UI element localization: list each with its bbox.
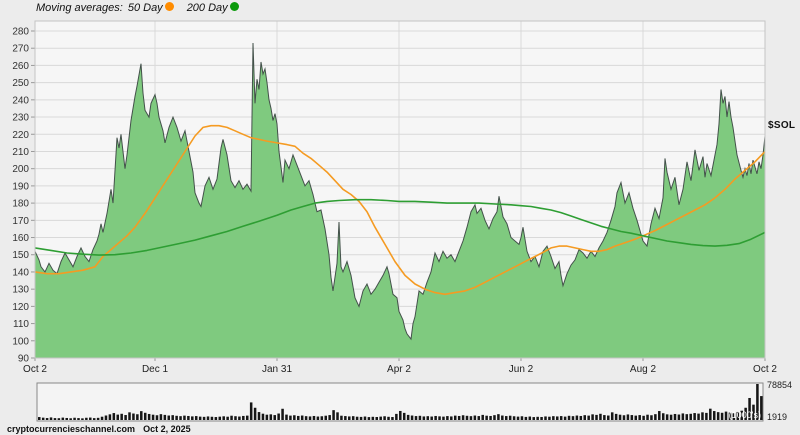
price-volume-chart-canvas: 90 100 110 120 130 140 150 160 170 180 190 200 210 22… (12, 20, 777, 422)
svg-text:270: 270 (12, 44, 29, 55)
ma-legend-title: Moving averages: (36, 2, 123, 14)
svg-text:Dec 1: Dec 1 (142, 364, 169, 375)
svg-text:100: 100 (12, 336, 29, 347)
svg-text:140: 140 (12, 267, 29, 278)
volume-unit-label: (1000's) (728, 410, 761, 420)
svg-text:Apr 2: Apr 2 (387, 364, 411, 375)
sol-price-chart-page: 90 100 110 120 130 140 150 160 170 180 190 200 210 22… (0, 0, 800, 435)
svg-text:210: 210 (12, 147, 29, 158)
ma200-legend-item: 200 Day (187, 2, 247, 14)
chart-footer: cryptocurrencieschannel.com Oct 2, 2025 (7, 424, 191, 434)
svg-text:130: 130 (12, 285, 29, 296)
svg-text:180: 180 (12, 199, 29, 210)
ma200-dot-icon (229, 2, 239, 11)
chart-date-label: Oct 2, 2025 (143, 424, 191, 434)
svg-text:170: 170 (12, 216, 29, 227)
svg-text:190: 190 (12, 181, 29, 192)
ma50-legend-label: 50 Day (127, 2, 163, 14)
svg-text:280: 280 (12, 27, 29, 38)
svg-text:230: 230 (12, 113, 29, 124)
svg-text:240: 240 (12, 95, 29, 106)
svg-text:160: 160 (12, 233, 29, 244)
ma-legend: Moving averages: 50 Day 200 Day (36, 2, 247, 14)
ma200-legend-label: 200 Day (186, 2, 228, 14)
source-site-label: cryptocurrencieschannel.com (7, 424, 136, 434)
svg-text:Jun 2: Jun 2 (509, 364, 534, 375)
symbol-label: $SOL (768, 120, 796, 131)
volume-min-label: 1919 (767, 412, 788, 422)
svg-text:Jan 31: Jan 31 (262, 364, 292, 375)
svg-text:220: 220 (12, 130, 29, 141)
svg-text:200: 200 (12, 164, 29, 175)
svg-text:150: 150 (12, 250, 29, 261)
svg-text:Aug 2: Aug 2 (630, 364, 657, 375)
svg-text:90: 90 (18, 354, 30, 365)
ma50-legend-item: 50 Day (128, 2, 182, 14)
ma50-dot-icon (164, 2, 174, 11)
svg-text:250: 250 (12, 78, 29, 89)
svg-text:110: 110 (13, 319, 29, 330)
svg-text:Oct 2: Oct 2 (23, 364, 47, 375)
svg-text:260: 260 (12, 61, 29, 72)
svg-text:120: 120 (12, 302, 29, 313)
svg-text:Oct 2: Oct 2 (753, 364, 777, 375)
volume-max-label: 78854 (767, 380, 793, 390)
